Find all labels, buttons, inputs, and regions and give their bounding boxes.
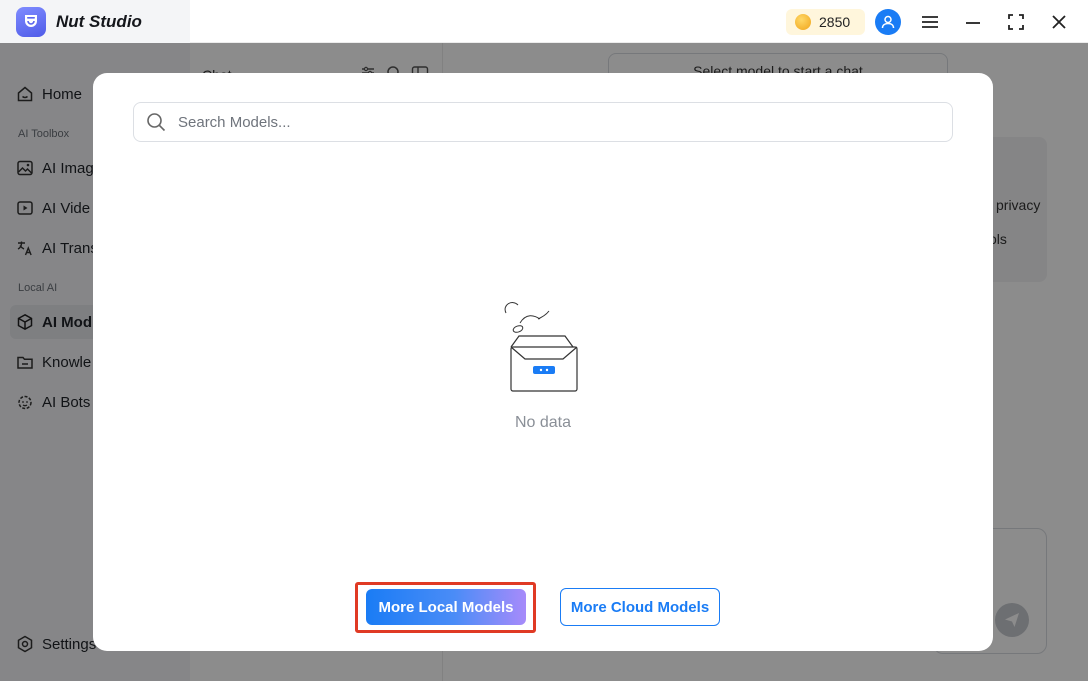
- brand: Nut Studio: [0, 0, 190, 43]
- app-window: Nut Studio 2850 Home AI Toolbox AI Imag …: [0, 0, 1088, 681]
- user-avatar[interactable]: [875, 9, 901, 35]
- model-search-box[interactable]: [133, 102, 953, 142]
- close-button[interactable]: [1048, 11, 1070, 33]
- app-logo-icon: [16, 6, 46, 37]
- menu-button[interactable]: [919, 11, 941, 33]
- coin-balance[interactable]: 2850: [786, 9, 865, 35]
- fullscreen-icon: [1008, 14, 1024, 30]
- empty-state-text: No data: [514, 414, 572, 431]
- search-icon: [147, 113, 166, 132]
- empty-box-icon: [504, 302, 578, 392]
- minimize-button[interactable]: [962, 11, 984, 33]
- minimize-icon: [966, 22, 980, 24]
- close-icon: [1052, 15, 1066, 29]
- model-picker-modal: No data More Local Models More Cloud Mod…: [93, 73, 993, 651]
- title-bar: Nut Studio 2850: [0, 0, 1088, 43]
- app-name: Nut Studio: [56, 11, 142, 31]
- more-cloud-models-button[interactable]: More Cloud Models: [560, 588, 720, 626]
- model-search-input[interactable]: [178, 113, 918, 131]
- more-local-models-button[interactable]: More Local Models: [366, 589, 526, 625]
- user-icon: [881, 15, 895, 29]
- maximize-button[interactable]: [1005, 11, 1027, 33]
- coin-icon: [795, 14, 811, 30]
- coin-count: 2850: [819, 14, 851, 30]
- hamburger-icon: [922, 16, 938, 28]
